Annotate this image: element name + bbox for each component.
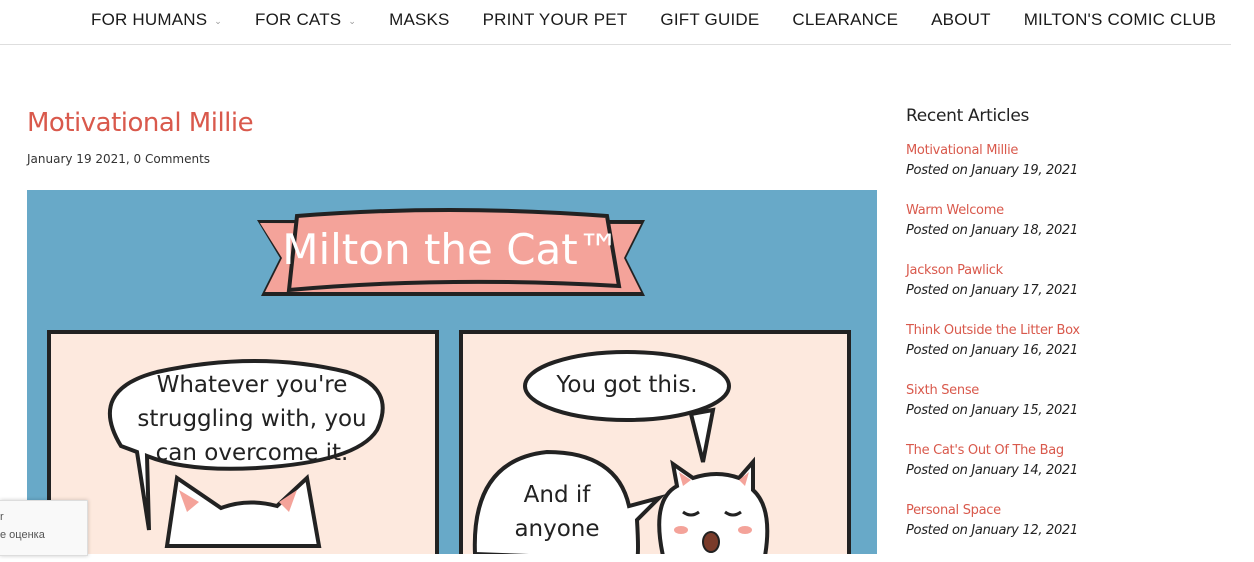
comic-image: Milton the Cat™ Whatever you're struggli… — [27, 190, 877, 554]
nav-item-label: MILTON'S COMIC CLUB — [1023, 10, 1217, 29]
nav-item-label: MASKS — [389, 10, 450, 29]
comic-panel2-bubble: You got this. — [555, 372, 697, 398]
comic-panel1-line1: Whatever you're — [157, 372, 348, 398]
article-link[interactable]: Think Outside the Litter Box — [906, 322, 1206, 340]
comic-banner: Milton the Cat™ — [257, 208, 645, 296]
recent-articles-sidebar: Recent Articles Motivational Millie Poste… — [906, 106, 1206, 562]
nav-item-clearance[interactable]: CLEARANCE — [792, 10, 898, 30]
comic-panel-2: You got this. And if anyone — [459, 330, 851, 554]
list-item: Motivational Millie Posted on January 19,… — [906, 142, 1206, 182]
article-link[interactable]: Motivational Millie — [906, 142, 1206, 160]
list-item: Warm Welcome Posted on January 18, 2021 — [906, 202, 1206, 242]
recaptcha-text-1: r — [0, 511, 4, 523]
nav-item-print-your-pet[interactable]: PRINT YOUR PET — [483, 10, 628, 30]
article-link[interactable]: Warm Welcome — [906, 202, 1206, 220]
article-date: Posted on January 19, 2021 — [906, 163, 1078, 178]
article-list: Motivational Millie Posted on January 19,… — [906, 142, 1206, 542]
article-date: Posted on January 17, 2021 — [906, 283, 1078, 298]
article-link[interactable]: The Cat's Out Of The Bag — [906, 442, 1206, 460]
recaptcha-text-2: е оценка — [0, 529, 45, 541]
top-navigation: FOR HUMANS ⌄ FOR CATS ⌄ MASKS PRINT YOUR PET G… — [0, 0, 1231, 45]
cat-head-panel2 — [657, 456, 770, 554]
nav-item-label: FOR HUMANS — [91, 10, 208, 29]
comic-panel2-line1: And if — [524, 482, 592, 508]
article-link[interactable]: Jackson Pawlick — [906, 262, 1206, 280]
nav-item-for-humans[interactable]: FOR HUMANS ⌄ — [91, 10, 222, 30]
chevron-down-icon[interactable]: ⌄ — [348, 16, 356, 27]
post-title[interactable]: Motivational Millie — [27, 108, 254, 138]
nav-item-gift-guide[interactable]: GIFT GUIDE — [660, 10, 759, 30]
list-item: Sixth Sense Posted on January 15, 2021 — [906, 382, 1206, 422]
nav-item-label: CLEARANCE — [792, 10, 899, 29]
post-meta: January 19 2021, 0 Comments — [27, 152, 211, 166]
article-link[interactable]: Personal Space — [906, 502, 1206, 520]
list-item: The Cat's Out Of The Bag Posted on Januar… — [906, 442, 1206, 482]
nav-item-for-cats[interactable]: FOR CATS ⌄ — [255, 10, 356, 30]
list-item: Think Outside the Litter Box Posted on Ja… — [906, 322, 1206, 362]
article-date: Posted on January 14, 2021 — [906, 463, 1078, 478]
nav-item-label: PRINT YOUR PET — [482, 10, 628, 29]
article-date: Posted on January 18, 2021 — [906, 223, 1078, 238]
comic-banner-title: Milton the Cat™ — [282, 225, 620, 274]
article-date: Posted on January 15, 2021 — [906, 403, 1078, 418]
article-date: Posted on January 12, 2021 — [906, 523, 1078, 538]
article-link[interactable]: Sixth Sense — [906, 382, 1206, 400]
recaptcha-badge[interactable]: r е оценка — [0, 500, 88, 556]
nav-item-label: FOR CATS — [255, 10, 342, 29]
comic-panel2-line2: anyone — [514, 516, 599, 542]
chevron-down-icon[interactable]: ⌄ — [214, 16, 222, 27]
nav-item-masks[interactable]: MASKS — [389, 10, 450, 30]
list-item: Jackson Pawlick Posted on January 17, 202… — [906, 262, 1206, 302]
nav-item-about[interactable]: ABOUT — [931, 10, 991, 30]
comic-panel1-line3: can overcome it. — [156, 440, 349, 466]
comic-panel1-line2: struggling with, you — [137, 406, 366, 432]
nav-menu: FOR HUMANS ⌄ FOR CATS ⌄ MASKS PRINT YOUR PET G… — [91, 10, 1249, 30]
nav-item-milton-s-comic-club[interactable]: MILTON'S COMIC CLUB — [1024, 10, 1217, 30]
sidebar-heading: Recent Articles — [906, 106, 1030, 126]
nav-item-label: ABOUT — [931, 10, 991, 29]
comic-panel-1: Whatever you're struggling with, you can… — [47, 330, 439, 554]
nav-item-label: GIFT GUIDE — [660, 10, 760, 29]
list-item: Personal Space Posted on January 12, 2021 — [906, 502, 1206, 542]
article-date: Posted on January 16, 2021 — [906, 343, 1078, 358]
